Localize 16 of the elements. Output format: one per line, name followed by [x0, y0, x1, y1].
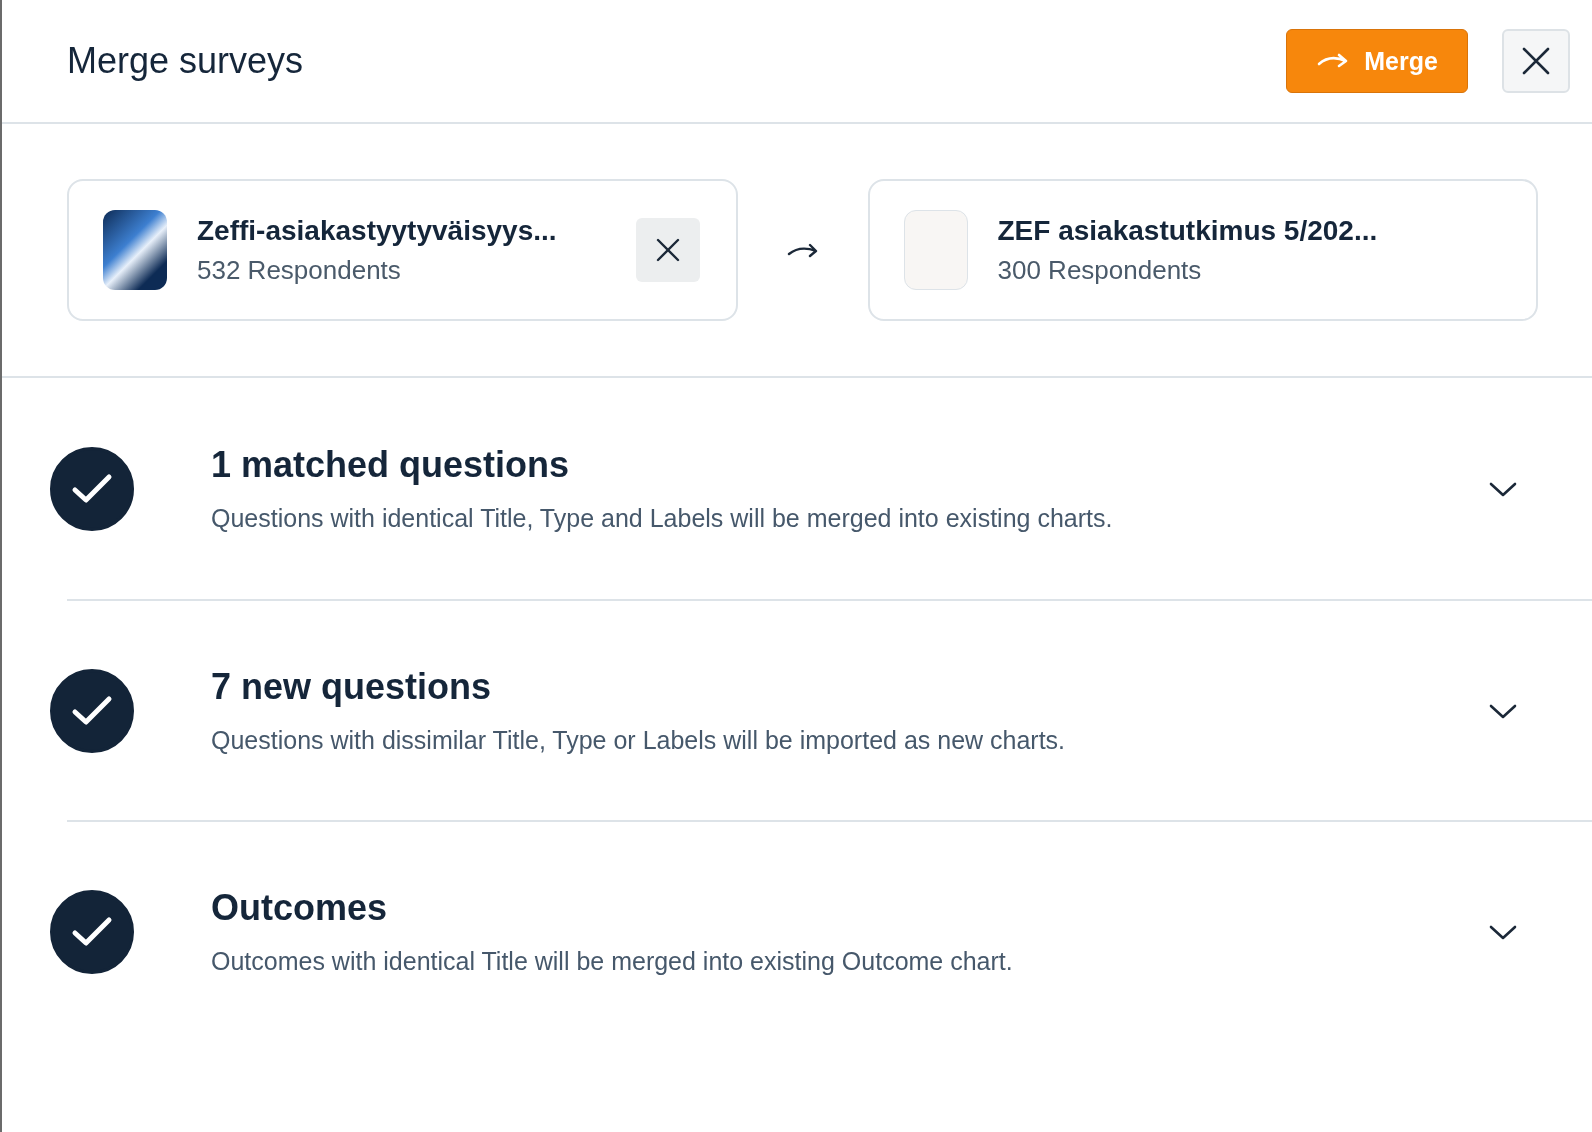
section-description: Questions with identical Title, Type and Labels will be merged into existing charts. — [211, 504, 1114, 533]
merge-button[interactable]: Merge — [1286, 29, 1468, 93]
section-title: 1 matched questions — [211, 444, 571, 486]
respondent-count: 300 Respondents — [997, 254, 1203, 286]
close-icon — [1521, 46, 1551, 76]
section-description: Questions with dissimilar Title, Type or Labels will be imported as new charts. — [211, 726, 1067, 755]
section-title: 7 new questions — [211, 666, 493, 708]
close-button[interactable] — [1502, 29, 1570, 93]
section-description: Outcomes with identical Title will be merged into existing Outcome chart. — [211, 947, 1014, 976]
dialog-title: Merge surveys — [67, 40, 304, 82]
section-title: Outcomes — [211, 887, 389, 929]
remove-button[interactable] — [635, 218, 700, 282]
respondent-count: 532 Respondents — [197, 254, 402, 286]
close-icon — [654, 237, 681, 263]
survey-name: ZEF asiakastutkimus 5/202... — [997, 214, 1379, 247]
survey-name: Zeffi-asiakastyytyväisyys... — [197, 214, 558, 247]
